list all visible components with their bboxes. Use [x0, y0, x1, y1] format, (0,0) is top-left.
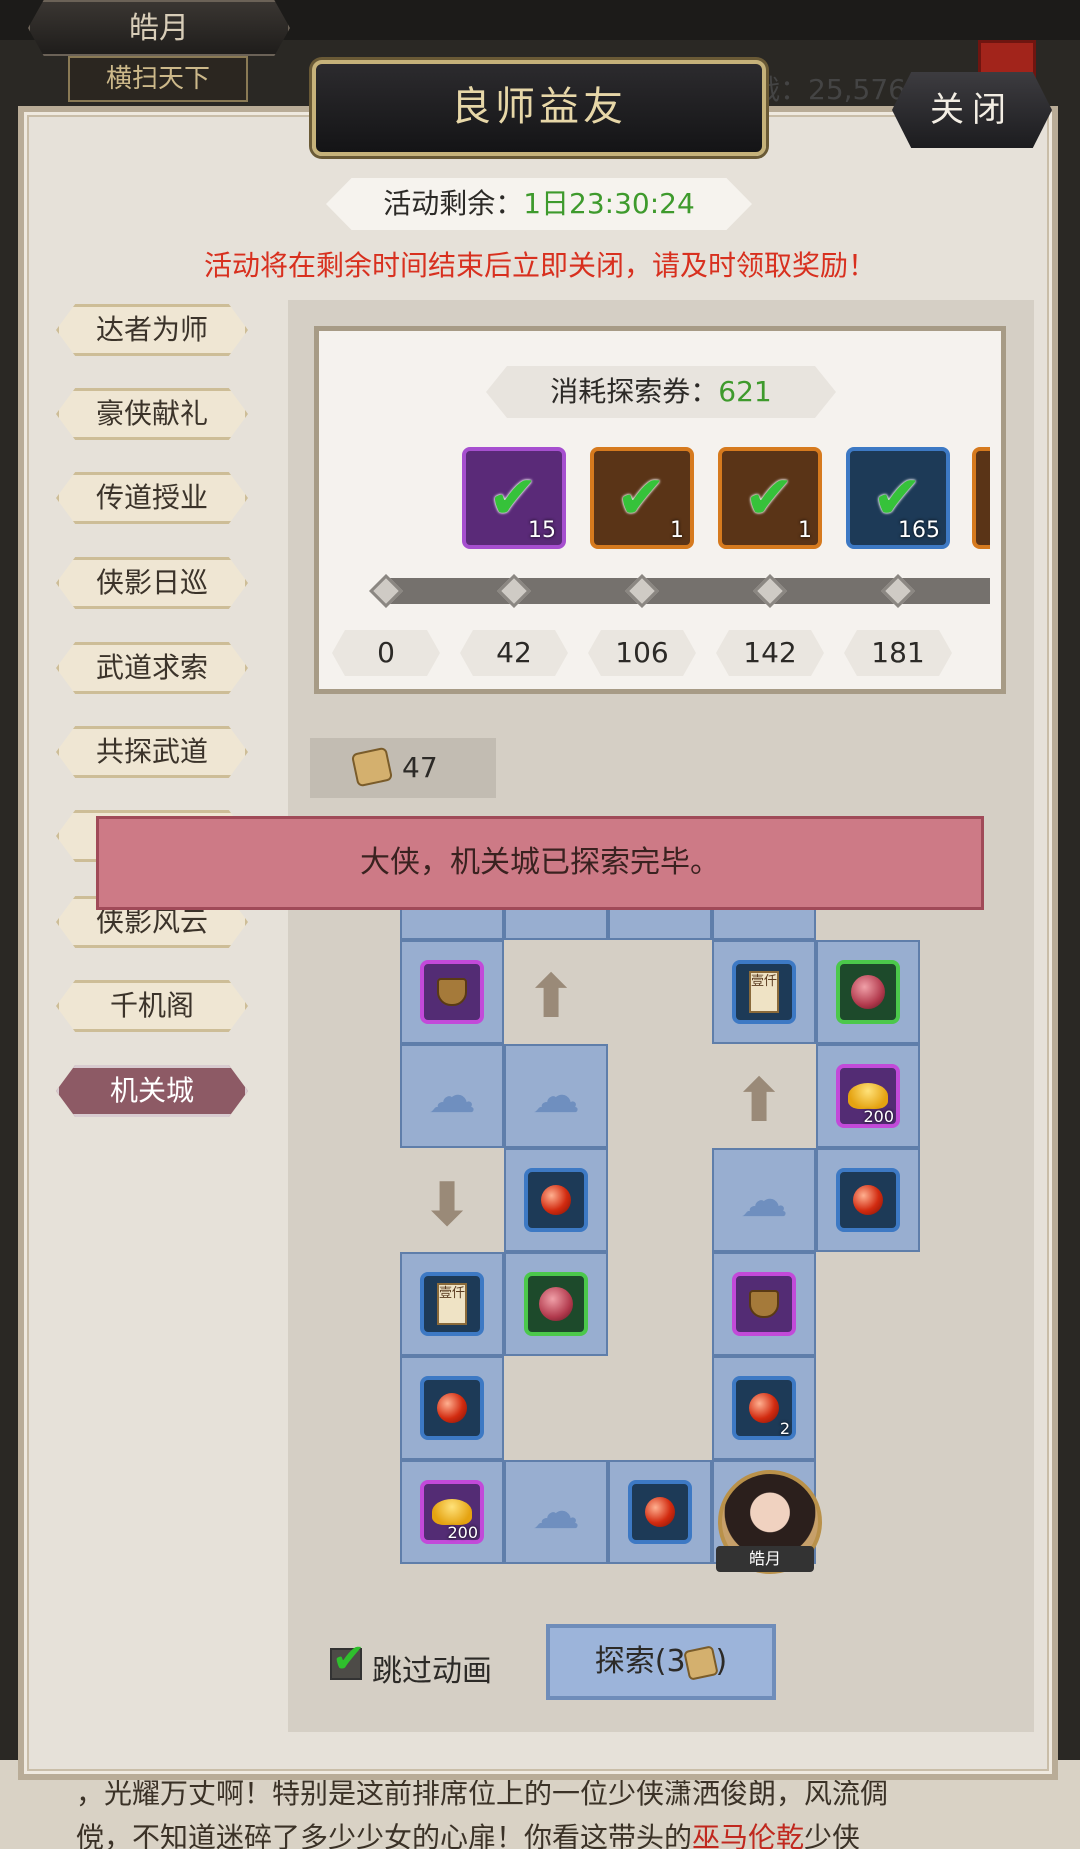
arrow-down-icon: ⬇ [422, 1170, 473, 1240]
tile-item: 2 [732, 1376, 796, 1440]
board-tile: 壹仟 [400, 1252, 504, 1356]
nav-item-mechanism-city[interactable]: 机关城 [56, 1065, 248, 1117]
nav-item-co-explore[interactable]: 共探武道 [56, 726, 248, 778]
nav-item-qianji-pavilion[interactable]: 千机阁 [56, 980, 248, 1032]
fruit-icon [539, 1287, 573, 1321]
ticket-icon [350, 746, 394, 788]
close-button[interactable]: 关闭 [892, 72, 1052, 148]
timer-value: 1日23:30:24 [523, 187, 695, 220]
consume-value: 621 [718, 375, 772, 408]
tile-item [420, 1376, 484, 1440]
cloud-icon: ☁ [532, 1068, 580, 1124]
nav-item-daily-patrol[interactable]: 侠影日巡 [56, 557, 248, 609]
scroll-icon: 壹仟 [749, 971, 779, 1013]
threshold-label: 42 [460, 630, 568, 676]
board-tile: 200 [816, 1044, 920, 1148]
power-readout: 战：25,576 [752, 73, 906, 106]
story-hero-link[interactable]: 巫马伦乾 [692, 1821, 804, 1849]
tile-item [420, 960, 484, 1024]
gold-ingot-icon [848, 1083, 888, 1109]
nav-item-mentor[interactable]: 达者为师 [56, 304, 248, 356]
threshold-label: 106 [588, 630, 696, 676]
check-icon: ✔ [616, 463, 667, 533]
pot-icon [437, 978, 467, 1006]
tile-item [836, 960, 900, 1024]
player-name-plate: 皓月 [28, 0, 290, 56]
pot-icon [749, 1290, 779, 1318]
board-tile [504, 1252, 608, 1356]
cloud-icon: ☁ [428, 1068, 476, 1124]
board-tile [816, 940, 920, 1044]
board-tile: ☁ [712, 1148, 816, 1252]
board-tile: ☁ [504, 1460, 608, 1564]
activity-timer: 活动剩余：1日23:30:24 [326, 178, 752, 230]
tile-item [628, 1480, 692, 1544]
avatar-name: 皓月 [716, 1546, 814, 1572]
board-tile: 壹仟 [712, 940, 816, 1044]
skip-animation-checkbox[interactable]: ✔ [330, 1636, 366, 1682]
activity-notice: 活动将在剩余时间结束后立即关闭，请及时领取奖励！ [203, 249, 876, 282]
scroll-icon: 壹仟 [437, 1283, 467, 1325]
board-tile [504, 1148, 608, 1252]
toast-message: 大侠，机关城已探索完毕。 [96, 816, 984, 910]
tile-item: 壹仟 [420, 1272, 484, 1336]
reward-silver-orb[interactable]: ✔ 15 [462, 447, 566, 549]
tile-item [732, 1272, 796, 1336]
nav-item-hero-gift[interactable]: 豪侠献礼 [56, 388, 248, 440]
board-tile [816, 1148, 920, 1252]
explore-button[interactable]: 探索(3) [546, 1624, 776, 1700]
board-tile [712, 1252, 816, 1356]
cloud-icon: ☁ [740, 1172, 788, 1228]
red-orb-icon [749, 1393, 779, 1423]
threshold-label: 142 [716, 630, 824, 676]
check-icon: ✔ [744, 463, 795, 533]
player-title-plate: 横扫天下 [68, 56, 248, 102]
red-orb-icon [853, 1185, 883, 1215]
tile-item: 壹仟 [732, 960, 796, 1024]
reward-green-chest[interactable]: ✔ 1 [590, 447, 694, 549]
ticket-icon [682, 1644, 719, 1681]
story-line-2: 傥，不知道迷碎了多少少女的心扉！你看这带头的巫马伦乾少侠 [76, 1816, 1020, 1849]
arrow-up-icon: ⬆ [734, 1066, 785, 1136]
board-tile: 200 [400, 1460, 504, 1564]
arrow-up-icon: ⬆ [526, 962, 577, 1032]
nav-item-martial-quest[interactable]: 武道求索 [56, 642, 248, 694]
board-tile: 2 [712, 1356, 816, 1460]
tile-item [836, 1168, 900, 1232]
red-orb-icon [645, 1497, 675, 1527]
board-tile: ☁ [400, 1044, 504, 1148]
check-icon: ✔ [332, 1636, 366, 1682]
reward-red-book[interactable]: ✔ 1 [718, 447, 822, 549]
board-tile [608, 1460, 712, 1564]
skip-animation-label[interactable]: 跳过动画 [372, 1646, 492, 1690]
threshold-label: 0 [332, 630, 440, 676]
panel-title: 良师益友 [312, 60, 766, 156]
tile-item [524, 1272, 588, 1336]
board-tile: ☁ [504, 1044, 608, 1148]
fruit-icon [851, 975, 885, 1009]
tile-item: 200 [836, 1064, 900, 1128]
board-tile [400, 1356, 504, 1460]
cloud-icon: ☁ [532, 1484, 580, 1540]
board-tile [400, 940, 504, 1044]
consume-label: 消耗探索券：621 [486, 366, 836, 418]
tile-item: 200 [420, 1480, 484, 1544]
ticket-count: 47 [310, 738, 496, 798]
gold-ingot-icon [432, 1499, 472, 1525]
red-orb-icon [437, 1393, 467, 1423]
threshold-label: 181 [844, 630, 952, 676]
red-orb-icon [541, 1185, 571, 1215]
reward-next-partial[interactable] [972, 447, 990, 549]
nav-item-teaching[interactable]: 传道授业 [56, 472, 248, 524]
tile-item [524, 1168, 588, 1232]
reward-book[interactable]: ✔ 165 [846, 447, 950, 549]
